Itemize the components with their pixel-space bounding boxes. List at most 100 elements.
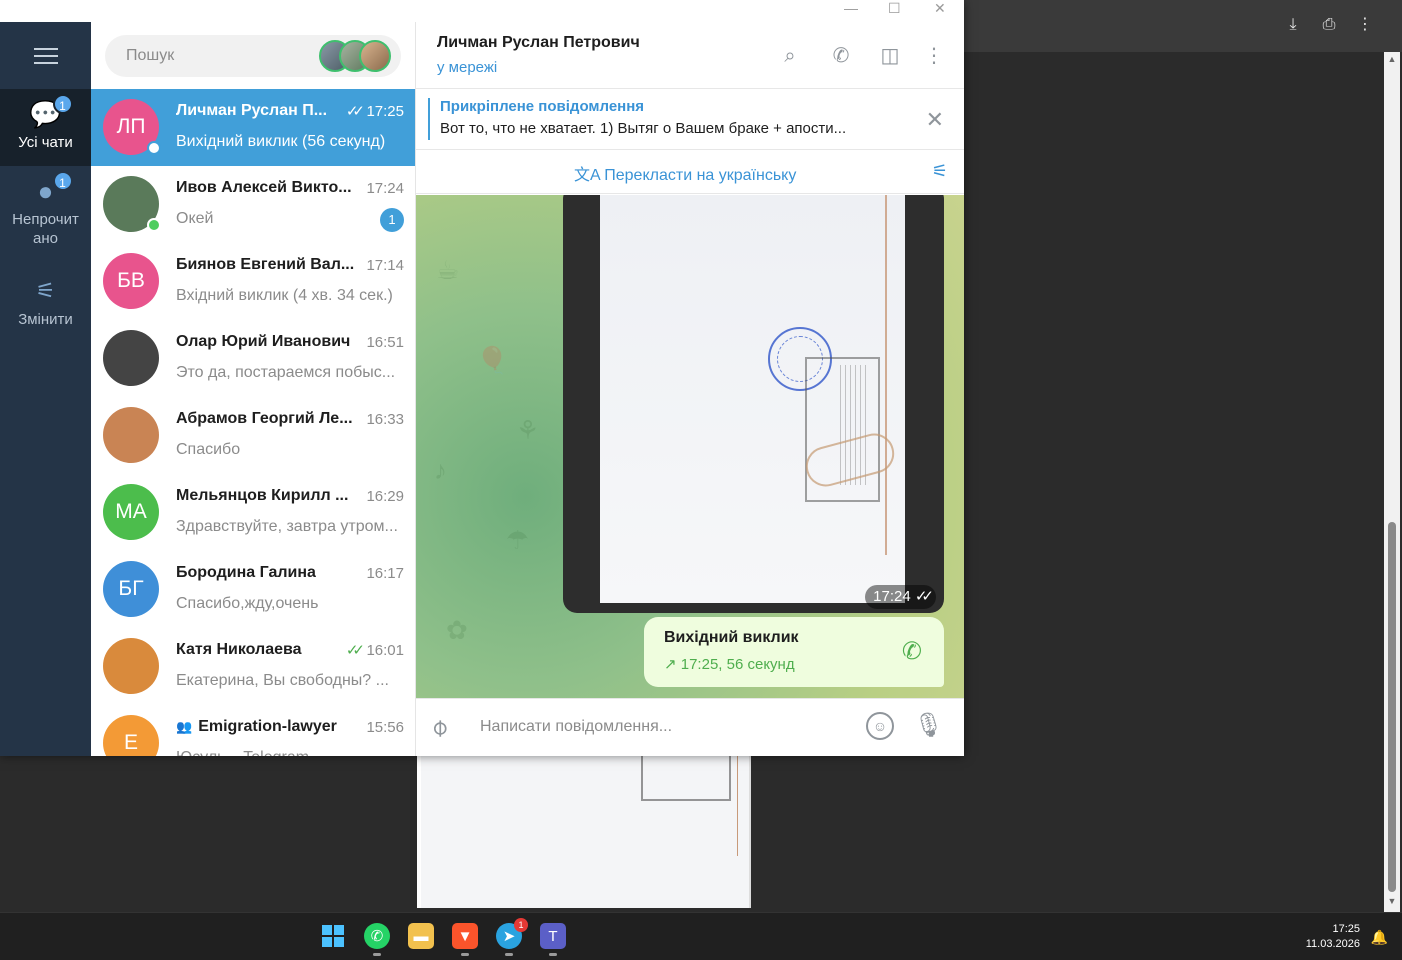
chat-row[interactable]: МА Мельянцов Кирилл ... 16:29 Здравствуйте,… (91, 474, 415, 551)
search-icon[interactable]: ⌕ (777, 43, 803, 69)
message-input[interactable]: Написати повідомлення... (480, 718, 672, 736)
windows-start-icon[interactable] (320, 923, 346, 949)
chat-row[interactable]: Абрамов Георгий Ле... 16:33 Спасибо (91, 397, 415, 474)
folder-edit[interactable]: ⚟ Змінити (0, 266, 91, 343)
search-input[interactable]: Пошук (105, 35, 401, 77)
online-indicator (147, 218, 161, 232)
telegram-taskbar-icon[interactable]: ➤ 1 (496, 918, 528, 956)
call-detail-text: 17:25, 56 секунд (680, 656, 795, 673)
chat-name-text: Биянов Евгений Вал... (176, 256, 355, 273)
chat-header[interactable]: Личман Руслан Петрович у мережі ⌕ ✆ ◫ ⋮ (416, 22, 964, 89)
chat-row[interactable]: БВ Биянов Евгений Вал... 17:14 Вхідний викл… (91, 243, 415, 320)
system-clock[interactable]: 17:25 11.03.2026 (1306, 922, 1360, 952)
wallpaper-doodle: ⚘ (516, 415, 540, 445)
chat-time: 16:29 (366, 488, 404, 505)
chat-row[interactable]: Олар Юрий Иванович 16:51 Это да, постараем… (91, 320, 415, 397)
message-composer: ⌀ Написати повідомлення... ☺ 🎙 (416, 698, 964, 756)
telegram-taskbar-badge: 1 (514, 918, 528, 932)
translate-label: Перекласти на українську (604, 167, 797, 184)
window-controls: — ☐ ✕ (416, 0, 964, 22)
translate-button[interactable]: 文A Перекласти на українську (574, 161, 796, 185)
pinned-bar (428, 98, 430, 140)
maximize-icon[interactable]: ☐ (888, 0, 901, 17)
background-document-image (417, 756, 751, 908)
teams-icon[interactable]: T (540, 923, 566, 956)
translate-settings-icon[interactable]: ⚟ (932, 161, 948, 182)
notification-bell-icon[interactable]: 🔔 (1371, 929, 1388, 946)
clock-date: 11.03.2026 (1305, 938, 1360, 950)
photo-timestamp: 17:24 ✓✓ (865, 585, 936, 609)
chat-name-text: Бородина Галина (176, 564, 316, 581)
close-pinned-icon[interactable]: ✕ (926, 107, 944, 133)
search-placeholder: Пошук (126, 47, 175, 64)
chat-row[interactable]: БГ Бородина Галина 16:17 Спасибо,жду,очень (91, 551, 415, 628)
folder-all-chats[interactable]: 💬 1 Усі чати (0, 89, 91, 166)
print-icon[interactable]: ⎙ (1318, 14, 1340, 36)
chat-list: Пошук ЛП Личман Руслан П... ✓✓ 17:25 Вихідни… (91, 22, 416, 756)
file-explorer-icon[interactable]: ▬ (408, 923, 434, 949)
chat-row[interactable]: Е 👥 Emigration-lawyer 15:56 Юсуль... Telegra… (91, 705, 415, 756)
chat-name: Биянов Евгений Вал... (176, 256, 356, 274)
read-ticks-icon: ✓✓ (345, 103, 365, 120)
pinned-text: Вот то, что не хватает. 1) Вытяг о Вашем… (440, 120, 847, 137)
chat-name: Катя Николаева (176, 641, 356, 659)
scroll-down-arrow-icon[interactable]: ▼ (1384, 896, 1400, 910)
emoji-icon[interactable]: ☺ (866, 712, 894, 740)
download-icon[interactable]: ⤓ (1282, 14, 1304, 36)
phone-icon[interactable]: ✆ (828, 43, 854, 69)
clock-time: 17:25 (1332, 923, 1360, 935)
browser-scrollbar[interactable]: ▲ ▼ (1384, 52, 1400, 912)
hamburger-icon (33, 54, 58, 57)
chat-row[interactable]: Катя Николаева ✓✓ 16:01 Екатерина, Вы свобо… (91, 628, 415, 705)
story-avatar[interactable] (359, 40, 391, 72)
call-back-phone-icon[interactable]: ✆ (902, 637, 922, 666)
scroll-up-arrow-icon[interactable]: ▲ (1384, 54, 1400, 68)
chat-time: 16:17 (366, 565, 404, 582)
scrollbar-thumb[interactable] (1388, 522, 1396, 892)
brave-icon[interactable]: ▼ (452, 923, 478, 956)
chat-time: 17:24 (366, 180, 404, 197)
chat-time: 17:14 (366, 257, 404, 274)
taskbar: ✆ ▬ ▼ ➤ 1 T 17:25 11.03.2026 🔔 (0, 912, 1402, 960)
main-menu-button[interactable] (0, 22, 91, 89)
wallpaper-doodle: ☂ (506, 525, 530, 555)
more-options-icon[interactable]: ⋮ (921, 43, 947, 69)
person-icon: ● 1 (29, 171, 73, 206)
conversation-pane: — ☐ ✕ Личман Руслан Петрович у мережі ⌕ … (416, 0, 964, 756)
photo-time-text: 17:24 (873, 588, 911, 605)
folder-unread[interactable]: ● 1 Непрочитано (0, 166, 91, 258)
document-photo[interactable] (600, 195, 905, 603)
avatar: БВ (103, 253, 159, 309)
group-icon: 👥 (176, 719, 193, 734)
more-icon[interactable]: ⋮ (1354, 14, 1376, 36)
call-message[interactable]: Вихідний виклик ↗ 17:25, 56 секунд ✆ (644, 617, 944, 687)
folder-label: Змінити (18, 311, 73, 328)
pinned-title: Прикріплене повідомлення (440, 98, 645, 115)
chat-row[interactable]: ЛП Личман Руслан П... ✓✓ 17:25 Вихідний викл… (91, 89, 415, 166)
messages-area[interactable]: ☕ 🎈 ♪ ☂ ✿ ⚘ 17:24 ✓✓ Вихідний виклик ↗ 1 (416, 195, 964, 698)
chats-icon: 💬 1 (29, 94, 73, 129)
chat-name-text: Абрамов Георгий Ле... (176, 410, 353, 427)
avatar: МА (103, 484, 159, 540)
sliders-icon: ⚟ (35, 278, 56, 303)
chat-preview: Спасибо,жду,очень (176, 595, 319, 612)
chat-preview: Вхідний виклик (4 хв. 34 сек.) (176, 287, 393, 304)
close-window-icon[interactable]: ✕ (934, 0, 946, 17)
folder-label: Усі чати (18, 134, 73, 151)
stories-avatars[interactable] (319, 40, 391, 72)
photo-message[interactable]: 17:24 ✓✓ (563, 195, 944, 613)
pinned-message[interactable]: Прикріплене повідомлення Вот то, что не … (416, 90, 964, 150)
chat-preview: Екатерина, Вы свободны? ... (176, 672, 389, 689)
read-ticks-icon: ✓✓ (345, 642, 365, 659)
minimize-icon[interactable]: — (844, 0, 858, 16)
microphone-icon[interactable]: 🎙 (914, 711, 944, 740)
chat-row[interactable]: Ивов Алексей Викто... 17:24 Окей 1 (91, 166, 415, 243)
attach-icon[interactable]: ⌀ (424, 712, 455, 743)
translate-bar: 文A Перекласти на українську ⚟ (416, 151, 964, 194)
chat-time: 16:01 (366, 642, 404, 659)
side-panel-icon[interactable]: ◫ (877, 43, 903, 69)
avatar (103, 638, 159, 694)
whatsapp-icon[interactable]: ✆ (364, 923, 390, 956)
chat-title: Личман Руслан Петрович (437, 34, 640, 51)
avatar: Е (103, 715, 159, 756)
